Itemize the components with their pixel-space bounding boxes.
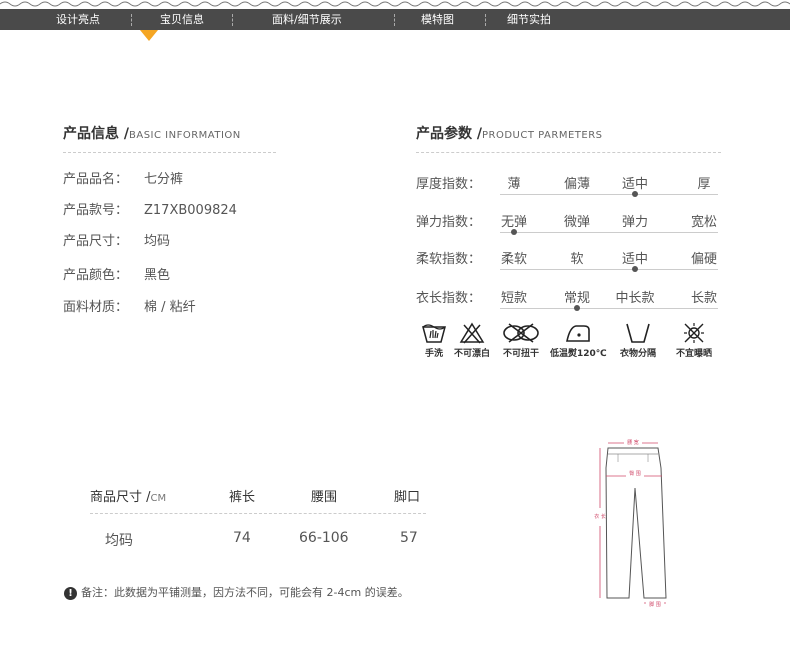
size-unit: CM [150, 493, 167, 504]
care-label: 不宜曝晒 [675, 349, 712, 359]
size-value-hem: 57 [400, 530, 418, 546]
diagram-length-label: 衣 长 [594, 513, 606, 520]
divider [90, 513, 426, 514]
nav-item-product-info[interactable]: 宝贝信息 [160, 9, 204, 30]
divider [416, 152, 721, 153]
care-item-separate: 衣物分隔 [610, 322, 666, 359]
shade-dry-icon [626, 323, 650, 343]
info-row-color: 产品颜色： 黑色 [63, 264, 170, 283]
param-scale-track [500, 232, 718, 233]
param-label: 柔软指数： [416, 252, 482, 267]
care-label: 低温熨120℃ [550, 349, 607, 359]
product-params-title-en: PRODUCT PARMETERS [482, 130, 603, 141]
diagram-waist-label: 腰 宽 [627, 439, 639, 446]
product-info-title: 产品信息 /BASIC INFORMATION [63, 123, 241, 143]
param-scale-track [500, 308, 718, 309]
care-item-low-iron: 低温熨120℃ [550, 322, 607, 359]
param-option: 弹力 [621, 215, 649, 230]
size-table-header-label: 商品尺寸 /CM [90, 486, 166, 505]
size-column-hem: 脚口 [394, 490, 421, 505]
diagram-hip-label: 臀 围 [629, 471, 641, 477]
nav-item-fabric-details[interactable]: 面料/细节展示 [272, 9, 342, 30]
care-label: 衣物分隔 [619, 349, 656, 359]
param-scale-marker [511, 229, 517, 235]
info-label: 产品尺寸： [63, 234, 129, 249]
no-wring-icon [503, 323, 539, 343]
param-scale-track [500, 269, 718, 270]
nav-separator [394, 14, 395, 26]
param-option: 薄 [507, 177, 521, 192]
param-scale-track [500, 194, 718, 195]
note-text: 备注：此数据为平铺测量，因方法不同，可能会有 2-4cm 的误差。 [81, 586, 409, 599]
info-label: 面料材质： [63, 300, 129, 315]
param-scale-marker [574, 305, 580, 311]
care-item-no-wring: 不可扭干 [493, 322, 549, 359]
nav-separator [232, 14, 233, 26]
care-item-no-sun: 不宜曝晒 [666, 322, 722, 359]
size-column-length: 裤长 [229, 490, 256, 505]
info-row-size: 产品尺寸： 均码 [63, 230, 170, 249]
param-option: 无弹 [500, 215, 528, 230]
info-value: Z17XB009824 [144, 203, 237, 218]
active-tab-pointer [140, 30, 158, 41]
info-label: 产品款号： [63, 203, 129, 218]
nav-item-model-photos[interactable]: 模特图 [421, 9, 454, 30]
nav-item-design-highlights[interactable]: 设计亮点 [56, 9, 100, 30]
product-params-title-cn: 产品参数 / [416, 126, 482, 142]
divider [63, 152, 276, 153]
product-info-title-en: BASIC INFORMATION [129, 130, 241, 141]
param-scale-marker [632, 266, 638, 272]
param-option: 中长款 [615, 291, 655, 306]
param-option: 短款 [500, 291, 528, 306]
size-column-waist: 腰围 [311, 490, 338, 505]
param-option: 适中 [621, 252, 649, 267]
nav-item-detail-photos[interactable]: 细节实拍 [507, 9, 551, 30]
param-label: 衣长指数： [416, 291, 482, 306]
info-label: 产品品名： [63, 172, 129, 187]
care-item-no-bleach: 不可漂白 [444, 322, 500, 359]
info-label: 产品颜色： [63, 268, 129, 283]
nav-separator [131, 14, 132, 26]
param-option: 软 [570, 252, 584, 267]
care-label: 不可漂白 [453, 349, 490, 359]
top-wave-decoration [0, 1, 790, 7]
param-label: 弹力指数： [416, 215, 482, 230]
diagram-hem-label: 脚 围 [649, 601, 661, 608]
product-info-title-cn: 产品信息 / [63, 126, 129, 142]
size-header-text: 商品尺寸 / [90, 490, 151, 505]
param-option: 偏硬 [690, 252, 718, 267]
no-bleach-icon [459, 322, 485, 344]
param-label: 厚度指数： [416, 177, 482, 192]
info-value: 棉 / 粘纤 [144, 300, 196, 315]
size-value-waist: 66-106 [299, 530, 349, 546]
low-iron-icon [566, 325, 590, 342]
nav-separator [485, 14, 486, 26]
no-sun-icon [684, 323, 704, 343]
param-scale-marker [632, 191, 638, 197]
param-option: 微弹 [563, 215, 591, 230]
param-option: 常规 [563, 291, 591, 306]
pants-measurement-diagram: 腰 宽 臀 围 衣 长 脚 围 [594, 438, 667, 608]
param-option: 适中 [621, 177, 649, 192]
info-value: 七分裤 [144, 172, 184, 187]
info-value: 均码 [144, 234, 171, 249]
info-value: 黑色 [144, 268, 171, 283]
exclamation-icon: ! [64, 586, 77, 600]
measurement-note: ! 备注：此数据为平铺测量，因方法不同，可能会有 2-4cm 的误差。 [64, 584, 409, 600]
param-option: 偏薄 [563, 177, 591, 192]
care-label: 不可扭干 [502, 349, 539, 359]
size-value-length: 74 [233, 530, 251, 546]
info-row-style-no: 产品款号： Z17XB009824 [63, 199, 237, 218]
section-nav: 设计亮点 宝贝信息 面料/细节展示 模特图 细节实拍 [0, 9, 790, 30]
product-params-title: 产品参数 /PRODUCT PARMETERS [416, 123, 603, 143]
param-option: 厚 [697, 177, 711, 192]
param-option: 长款 [690, 291, 718, 306]
info-row-material: 面料材质： 棉 / 粘纤 [63, 296, 196, 315]
param-option: 宽松 [690, 215, 718, 230]
param-option: 柔软 [500, 252, 528, 267]
size-row-label: 均码 [105, 533, 133, 549]
info-row-name: 产品品名： 七分裤 [63, 168, 183, 187]
